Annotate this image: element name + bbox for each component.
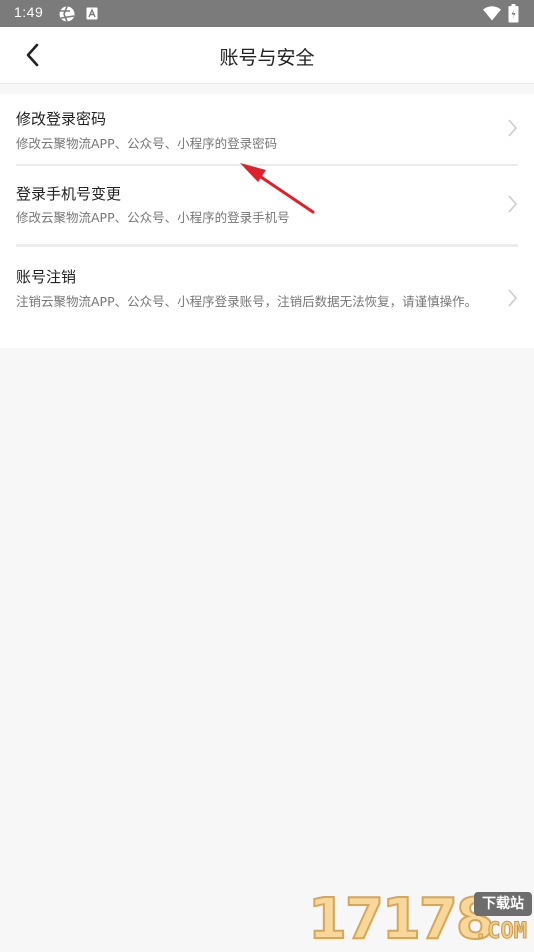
chevron-right-icon xyxy=(508,195,518,213)
list-item-delete-account[interactable]: 账号注销 注销云聚物流APP、公众号、小程序登录账号，注销后数据无法恢复，请谨慎… xyxy=(0,247,534,348)
status-time: 1:49 xyxy=(14,4,44,20)
item-description: 修改云聚物流APP、公众号、小程序的登录手机号 xyxy=(16,210,290,225)
item-title: 账号注销 xyxy=(16,268,77,286)
watermark-domain: .COM xyxy=(474,919,528,944)
item-description: 注销云聚物流APP、公众号、小程序登录账号，注销后数据无法恢复，请谨慎操作。 xyxy=(16,294,478,309)
chevron-right-icon xyxy=(508,119,518,137)
site-watermark: 17178 下载站 .COM xyxy=(307,887,534,952)
watermark-badge: 下载站 xyxy=(474,892,532,916)
wifi-icon xyxy=(483,6,501,21)
page-title: 账号与安全 xyxy=(219,47,315,69)
chevron-right-icon xyxy=(508,289,518,307)
battery-icon xyxy=(508,4,519,23)
header-bar: 账号与安全 xyxy=(0,27,534,84)
list-item-change-phone[interactable]: 登录手机号变更 修改云聚物流APP、公众号、小程序的登录手机号 xyxy=(0,166,534,244)
list-item-change-password[interactable]: 修改登录密码 修改云聚物流APP、公众号、小程序的登录密码 xyxy=(0,94,534,164)
watermark-digits: 17178 xyxy=(307,887,496,952)
aperture-icon xyxy=(59,6,75,22)
status-bar: 1:49 xyxy=(0,0,534,27)
item-title: 登录手机号变更 xyxy=(16,185,122,203)
settings-list: 修改登录密码 修改云聚物流APP、公众号、小程序的登录密码 登录手机号变更 修改… xyxy=(0,94,534,348)
font-a-icon xyxy=(86,7,98,20)
item-description: 修改云聚物流APP、公众号、小程序的登录密码 xyxy=(16,136,278,151)
item-title: 修改登录密码 xyxy=(16,110,107,128)
